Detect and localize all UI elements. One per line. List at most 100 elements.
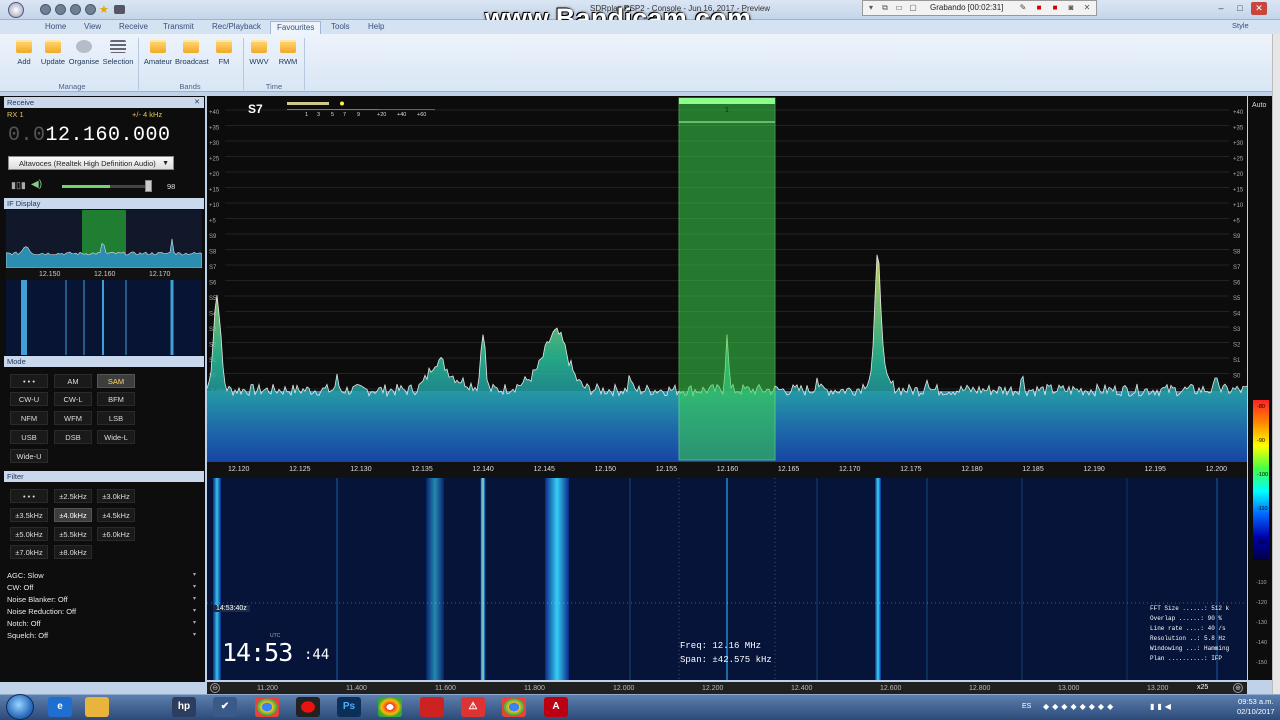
pause-icon[interactable] — [85, 4, 96, 15]
acrobat-icon[interactable]: A — [544, 697, 568, 717]
chrome-icon[interactable] — [502, 697, 526, 717]
audio-device-select[interactable]: Altavoces (Realtek High Definition Audio… — [8, 156, 174, 170]
chevron-down-icon[interactable]: ▾ — [193, 631, 196, 638]
vfo-header[interactable] — [679, 98, 775, 104]
waterfall-colorbar[interactable] — [1253, 400, 1269, 560]
update-button[interactable]: Update — [37, 38, 69, 66]
amateur-button[interactable]: Amateur — [142, 38, 174, 66]
maximize-icon[interactable]: □ — [1232, 2, 1248, 15]
stop-icon[interactable] — [70, 4, 81, 15]
picasa-icon[interactable] — [378, 697, 402, 717]
photoshop-icon[interactable]: Ps — [337, 697, 361, 717]
mode-button[interactable]: AM — [54, 374, 92, 388]
star-icon[interactable]: ★ — [99, 3, 109, 16]
menu-view[interactable]: View — [84, 21, 101, 34]
if-spectrum[interactable] — [5, 210, 203, 269]
record-icon[interactable] — [40, 4, 51, 15]
zoom-in-icon[interactable]: ⊕ — [1233, 683, 1243, 693]
fm-button[interactable]: FM — [208, 38, 240, 66]
minimize-icon[interactable]: – — [1213, 2, 1229, 15]
bars-icon[interactable]: ▮▯▮ — [11, 180, 26, 191]
mode-button[interactable]: USB — [10, 430, 48, 444]
scrollbar[interactable] — [1272, 34, 1280, 696]
add-button[interactable]: Add — [8, 38, 40, 66]
dropdown-icon[interactable]: ▾ — [866, 3, 876, 13]
vfo-passband[interactable] — [678, 97, 776, 461]
menu-receive[interactable]: Receive — [119, 21, 148, 34]
chrome-icon[interactable] — [255, 697, 279, 717]
fullscreen-icon[interactable]: ▢ — [908, 3, 918, 13]
mode-button[interactable]: CW-U — [10, 392, 48, 406]
play-icon[interactable] — [55, 4, 66, 15]
mode-button[interactable]: Wide-U — [10, 449, 48, 463]
explorer-icon[interactable] — [85, 697, 109, 717]
tray-clock[interactable]: 09:53 a.m. 02/10/2017 — [1237, 697, 1275, 717]
rwm-button[interactable]: RWM — [272, 38, 304, 66]
rec-close-icon[interactable]: ✕ — [1082, 3, 1092, 13]
rec-stop-icon[interactable]: ■ — [1034, 3, 1044, 13]
volume-handle[interactable] — [145, 180, 152, 192]
if-waterfall[interactable] — [6, 280, 202, 355]
rec-pause-icon[interactable]: ■ — [1050, 3, 1060, 13]
app-icon-red[interactable] — [420, 697, 444, 717]
filter-button[interactable]: ±5.5kHz — [54, 527, 92, 541]
mode-button[interactable]: CW-L — [54, 392, 92, 406]
style-menu[interactable]: Style — [1232, 21, 1249, 30]
menu-home[interactable]: Home — [45, 21, 66, 34]
noise-blanker-status[interactable]: Noise Blanker: Off — [7, 595, 68, 604]
zoom-level[interactable]: x25 — [1197, 684, 1208, 691]
broadcast-button[interactable]: Broadcast — [175, 38, 209, 66]
auto-scale-label[interactable]: Auto — [1252, 102, 1266, 109]
chevron-down-icon[interactable]: ▾ — [193, 607, 196, 614]
start-button[interactable] — [6, 694, 34, 720]
mode-button[interactable]: WFM — [54, 411, 92, 425]
language-indicator[interactable]: ES — [1022, 703, 1031, 710]
tray-icons[interactable]: ◆◆◆◆◆◆◆◆ — [1043, 702, 1143, 712]
ie-icon[interactable]: e — [48, 697, 72, 717]
mode-button[interactable]: BFM — [97, 392, 135, 406]
squelch-status[interactable]: Squelch: Off — [7, 631, 48, 640]
chevron-down-icon[interactable]: ▾ — [193, 583, 196, 590]
check-icon[interactable]: ✔ — [213, 697, 237, 717]
zoom-out-icon[interactable]: ⊖ — [210, 683, 220, 693]
menu-help[interactable]: Help — [368, 21, 384, 34]
mode-button[interactable]: DSB — [54, 430, 92, 444]
camera-icon[interactable] — [114, 5, 125, 14]
filter-button[interactable]: ±5.0kHz — [10, 527, 48, 541]
mode-button[interactable]: LSB — [97, 411, 135, 425]
app-icon[interactable] — [8, 2, 24, 18]
filter-button[interactable]: ±2.5kHz — [54, 489, 92, 503]
screenshot-icon[interactable]: ◙ — [1066, 3, 1076, 13]
chevron-down-icon[interactable]: ▾ — [193, 595, 196, 602]
chevron-down-icon[interactable]: ▾ — [193, 571, 196, 578]
close-icon[interactable]: ✕ — [1251, 2, 1267, 15]
filter-button[interactable]: ±3.0kHz — [97, 489, 135, 503]
mode-button[interactable]: SAM — [97, 374, 135, 388]
filter-button[interactable]: ±4.5kHz — [97, 508, 135, 522]
notch-status[interactable]: Notch: Off — [7, 619, 41, 628]
filter-button[interactable]: ±7.0kHz — [10, 545, 48, 559]
network-volume-icons[interactable]: ▮▮◀ — [1150, 702, 1174, 711]
agc-status[interactable]: AGC: Slow — [7, 571, 44, 580]
menu-transmit[interactable]: Transmit — [163, 21, 194, 34]
mode-button[interactable]: NFM — [10, 411, 48, 425]
filter-button[interactable]: ±3.5kHz — [10, 508, 48, 522]
antenna-icon[interactable]: ⚠ — [461, 697, 485, 717]
pencil-icon[interactable]: ✎ — [1018, 3, 1028, 13]
filter-button[interactable]: ±6.0kHz — [97, 527, 135, 541]
selection-button[interactable]: Selection — [102, 38, 134, 66]
wwv-button[interactable]: WWV — [243, 38, 275, 66]
menu-tools[interactable]: Tools — [331, 21, 350, 34]
organise-button[interactable]: Organise — [68, 38, 100, 66]
restore-icon[interactable]: ⧉ — [880, 3, 890, 13]
spectrum-display[interactable]: +40 +40 +35 +35 +30 +30 +25 +25 +20 +20 +15 +15 +10 +… — [207, 96, 1247, 462]
mode-button[interactable]: • • • — [10, 374, 48, 388]
chevron-down-icon[interactable]: ▾ — [193, 619, 196, 626]
filter-button[interactable]: ±4.0kHz — [54, 508, 92, 522]
close-icon[interactable]: ✕ — [194, 97, 200, 108]
cw-status[interactable]: CW: Off — [7, 583, 33, 592]
bandicam-icon[interactable] — [296, 697, 320, 717]
filter-button[interactable]: • • • — [10, 489, 48, 503]
window-icon[interactable]: ▭ — [894, 3, 904, 13]
speaker-icon[interactable]: ◀) — [31, 179, 43, 191]
